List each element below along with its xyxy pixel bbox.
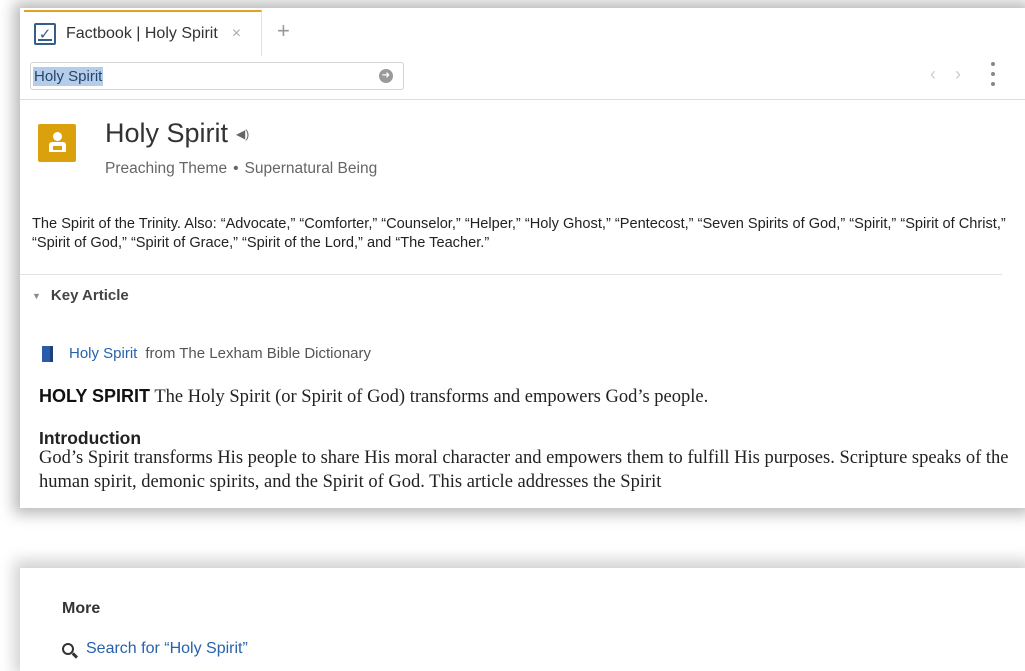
search-icon — [62, 643, 74, 655]
preaching-theme-icon — [38, 124, 76, 162]
entity-subtitle: Preaching Theme • Supernatural Being — [105, 160, 377, 178]
search-value[interactable]: Holy Spirit — [33, 66, 104, 86]
article-source-name: from The Lexham Bible Dictionary — [145, 345, 372, 362]
separator-dot: • — [233, 160, 239, 177]
more-panel: More Search for “Holy Spirit” — [20, 568, 1025, 671]
speaker-icon[interactable]: ◀) — [236, 127, 249, 141]
key-article-label: Key Article — [50, 287, 129, 304]
factbook-check-icon: ✓ — [34, 23, 56, 45]
book-icon — [42, 345, 53, 362]
entity-title-text: Holy Spirit — [105, 118, 229, 148]
article-source: Holy Spirit from The Lexham Bible Dictio… — [42, 345, 371, 362]
close-icon[interactable]: × — [232, 25, 241, 43]
search-holy-spirit-link[interactable]: Search for “Holy Spirit” — [62, 640, 248, 658]
entity-type[interactable]: Preaching Theme — [105, 160, 227, 177]
divider — [20, 274, 1002, 275]
article-headword: HOLY SPIRIT — [39, 386, 151, 406]
article-paragraph: God’s Spirit transforms His people to sh… — [39, 448, 1009, 492]
article-link[interactable]: Holy Spirit — [69, 345, 137, 362]
page-title: Holy Spirit ◀) — [105, 118, 249, 149]
article-lead: HOLY SPIRIT The Holy Spirit (or Spirit o… — [39, 386, 708, 408]
more-options-icon[interactable] — [990, 62, 996, 86]
search-link-text[interactable]: Search for “Holy Spirit” — [86, 640, 248, 658]
entity-description: The Spirit of the Trinity. Also: “Advoca… — [32, 216, 1006, 251]
go-arrow-icon[interactable]: ➜ — [379, 69, 393, 83]
forward-chevron-icon[interactable]: › — [955, 64, 961, 85]
tab-factbook[interactable]: ✓ Factbook | Holy Spirit × — [24, 10, 262, 56]
search-input[interactable]: Holy Spirit ➜ — [30, 62, 404, 90]
entity-category[interactable]: Supernatural Being — [245, 160, 378, 177]
more-heading: More — [62, 600, 101, 617]
article-lead-text: The Holy Spirit (or Spirit of God) trans… — [154, 387, 709, 407]
add-tab-icon[interactable]: + — [277, 20, 290, 42]
tab-strip: ✓ Factbook | Holy Spirit × + — [20, 8, 1025, 56]
key-article-header[interactable]: ▼ Key Article — [32, 287, 129, 304]
chevron-down-icon[interactable]: ▼ — [32, 291, 41, 301]
tab-title: Factbook | Holy Spirit — [66, 25, 218, 42]
back-chevron-icon[interactable]: ‹ — [930, 64, 936, 85]
address-toolbar: Holy Spirit ➜ ‹ › — [20, 56, 1025, 100]
factbook-panel: ✓ Factbook | Holy Spirit × + Holy Spirit… — [20, 8, 1025, 508]
